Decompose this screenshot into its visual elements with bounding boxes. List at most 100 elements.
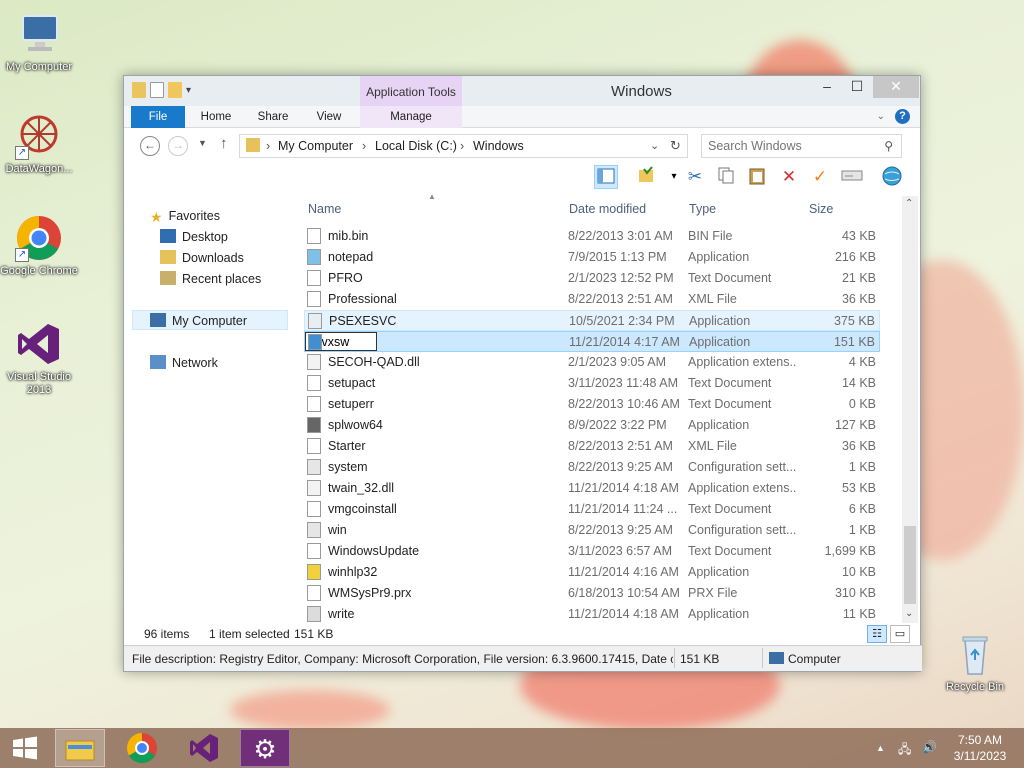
maximize-button[interactable]: ☐ (844, 76, 870, 98)
desktop-icon-chrome[interactable]: ↗ Google Chrome (0, 214, 78, 278)
minimize-button[interactable]: – (814, 76, 840, 98)
column-header-type[interactable]: Type (689, 202, 716, 216)
expand-ribbon-icon[interactable]: ⌄ (877, 111, 885, 122)
tab-manage[interactable]: Manage (360, 106, 462, 128)
breadcrumb-windows[interactable]: Windows (473, 139, 524, 153)
file-list: ▲ Name Date modified Type Size mib.bin 8/… (304, 192, 900, 625)
file-row[interactable]: Professional 8/22/2013 2:51 AM XML File 36 … (304, 289, 880, 310)
desktop-icon-datawagon[interactable]: ↗ DataWagon... (0, 112, 78, 176)
file-row[interactable]: Starter 8/22/2013 2:51 AM XML File 36 KB (304, 436, 880, 457)
file-icon (307, 228, 321, 244)
breadcrumb-my-computer[interactable]: My Computer (278, 139, 353, 153)
scroll-down-icon[interactable]: ⌄ (905, 608, 913, 619)
file-name: mib.bin (328, 229, 369, 243)
nav-my-computer[interactable]: My Computer (132, 310, 288, 330)
file-row[interactable]: write 11/21/2014 4:18 AM Application 11 KB (304, 604, 880, 625)
search-input[interactable] (708, 136, 878, 156)
window-title: Windows (611, 83, 672, 100)
column-header-date[interactable]: Date modified (569, 202, 646, 216)
column-header-name[interactable]: Name (308, 202, 341, 216)
file-type: Text Document (688, 502, 772, 516)
properties-icon (639, 166, 653, 182)
copy-button[interactable] (714, 165, 738, 189)
cut-button[interactable]: ✂ (683, 165, 707, 189)
drive-button[interactable] (840, 165, 864, 189)
chevron-down-icon[interactable]: ▾ (186, 85, 191, 96)
back-button[interactable]: ← (140, 136, 160, 156)
desktop-icon-my-computer[interactable]: My Computer (0, 10, 78, 74)
file-row[interactable]: splwow64 8/9/2022 3:22 PM Application 127 K… (304, 415, 880, 436)
file-row[interactable]: win 8/22/2013 9:25 AM Configuration sett..… (304, 520, 880, 541)
taskbar-visual-studio[interactable] (179, 729, 229, 767)
taskbar-settings[interactable]: ⚙ (240, 729, 290, 767)
recent-locations-icon[interactable]: ▼ (198, 138, 207, 148)
ribbon-tabs: File Home Share View Manage ⌄ ? (124, 106, 920, 128)
properties-button[interactable] (634, 165, 658, 189)
help-icon[interactable]: ? (895, 109, 910, 124)
nav-downloads[interactable]: Downloads (160, 248, 244, 268)
file-row[interactable]: setupact 3/11/2023 11:48 AM Text Document 1… (304, 373, 880, 394)
file-row[interactable]: system 8/22/2013 9:25 AM Configuration set… (304, 457, 880, 478)
taskbar-chrome[interactable] (117, 729, 167, 767)
vertical-scrollbar[interactable]: ⌃ ⌄ (902, 196, 918, 623)
scrollbar-thumb[interactable] (904, 526, 916, 604)
new-folder-icon[interactable] (168, 82, 182, 98)
nav-favorites[interactable]: ★ Favorites (150, 206, 220, 226)
navigation-pane: ★ Favorites Desktop Downloads Recent plac… (124, 196, 294, 623)
file-row[interactable]: 11/21/2014 4:17 AM Application 151 KB (304, 331, 880, 352)
file-row[interactable]: winhlp32 11/21/2014 4:16 AM Application 10 … (304, 562, 880, 583)
file-row[interactable]: SECOH-QAD.dll 2/1/2023 9:05 AM Application… (304, 352, 880, 373)
file-row[interactable]: setuperr 8/22/2013 10:46 AM Text Document 0… (304, 394, 880, 415)
delete-button[interactable]: ✕ (777, 165, 801, 189)
large-icons-view-button[interactable]: ▭ (890, 625, 910, 643)
file-row[interactable]: WindowsUpdate 3/11/2023 6:57 AM Text Docum… (304, 541, 880, 562)
forward-button[interactable]: → (168, 136, 188, 156)
file-name: WindowsUpdate (328, 544, 420, 558)
refresh-icon[interactable]: ↻ (670, 138, 681, 154)
show-hidden-icons[interactable]: ▲ (876, 743, 885, 753)
details-view-button[interactable]: ☷ (867, 625, 887, 643)
file-row[interactable]: mib.bin 8/22/2013 3:01 AM BIN File 43 KB (304, 226, 880, 247)
nav-network[interactable]: Network (150, 353, 218, 373)
taskbar-file-explorer[interactable] (55, 729, 105, 767)
address-bar[interactable]: › My Computer › Local Disk (C:) › Window… (239, 134, 688, 158)
nav-desktop[interactable]: Desktop (160, 227, 228, 247)
file-row[interactable]: WMSysPr9.prx 6/18/2013 10:54 AM PRX File 31… (304, 583, 880, 604)
file-type: Configuration sett... (688, 523, 796, 537)
file-row[interactable]: PSEXESVC 10/5/2021 2:34 PM Application 375 … (304, 310, 880, 331)
file-row[interactable]: PFRO 2/1/2023 12:52 PM Text Document 21 KB (304, 268, 880, 289)
file-date: 11/21/2014 4:16 AM (568, 565, 679, 579)
column-header-size[interactable]: Size (809, 202, 833, 216)
breadcrumb-local-disk[interactable]: Local Disk (C:) (375, 139, 457, 153)
search-icon[interactable]: ⚲ (884, 139, 893, 153)
file-row[interactable]: notepad 7/9/2015 1:13 PM Application 216 KB (304, 247, 880, 268)
preview-pane-button[interactable] (594, 165, 618, 189)
properties-icon[interactable] (150, 82, 164, 98)
rename-button[interactable]: ✓ (808, 165, 832, 189)
tab-view[interactable]: View (306, 106, 352, 128)
nav-recent-places[interactable]: Recent places (160, 269, 261, 289)
file-name: setupact (328, 376, 376, 390)
desktop-icon-recycle-bin[interactable]: Recycle Bin (936, 630, 1014, 694)
close-button[interactable]: ✕ (873, 76, 919, 98)
scroll-up-icon[interactable]: ⌃ (905, 198, 913, 209)
paste-button[interactable] (745, 165, 769, 189)
file-name: Starter (328, 439, 366, 453)
file-type: Text Document (688, 271, 772, 285)
desktop-icon-visual-studio[interactable]: Visual Studio 2013 (0, 320, 78, 397)
tab-file[interactable]: File (131, 106, 185, 128)
address-dropdown-icon[interactable]: ⌄ (650, 139, 659, 152)
tab-home[interactable]: Home (192, 106, 240, 128)
file-row[interactable]: vmgcoinstall 11/21/2014 11:24 ... Text Doc… (304, 499, 880, 520)
tab-share[interactable]: Share (248, 106, 298, 128)
help-icon (307, 564, 321, 580)
network-tray-icon[interactable]: 🖧 (898, 740, 911, 761)
file-row[interactable]: twain_32.dll 11/21/2014 4:18 AM Applicatio… (304, 478, 880, 499)
network-globe-button[interactable] (880, 165, 904, 189)
clock-date: 3/11/2023 (953, 749, 1007, 763)
file-size: 6 KB (848, 502, 876, 516)
volume-icon[interactable]: 🔊 (922, 740, 937, 754)
clock[interactable]: 7:50 AM 3/11/2023 (950, 732, 1010, 764)
up-button[interactable]: ↑ (220, 135, 228, 152)
start-button[interactable] (0, 729, 50, 767)
